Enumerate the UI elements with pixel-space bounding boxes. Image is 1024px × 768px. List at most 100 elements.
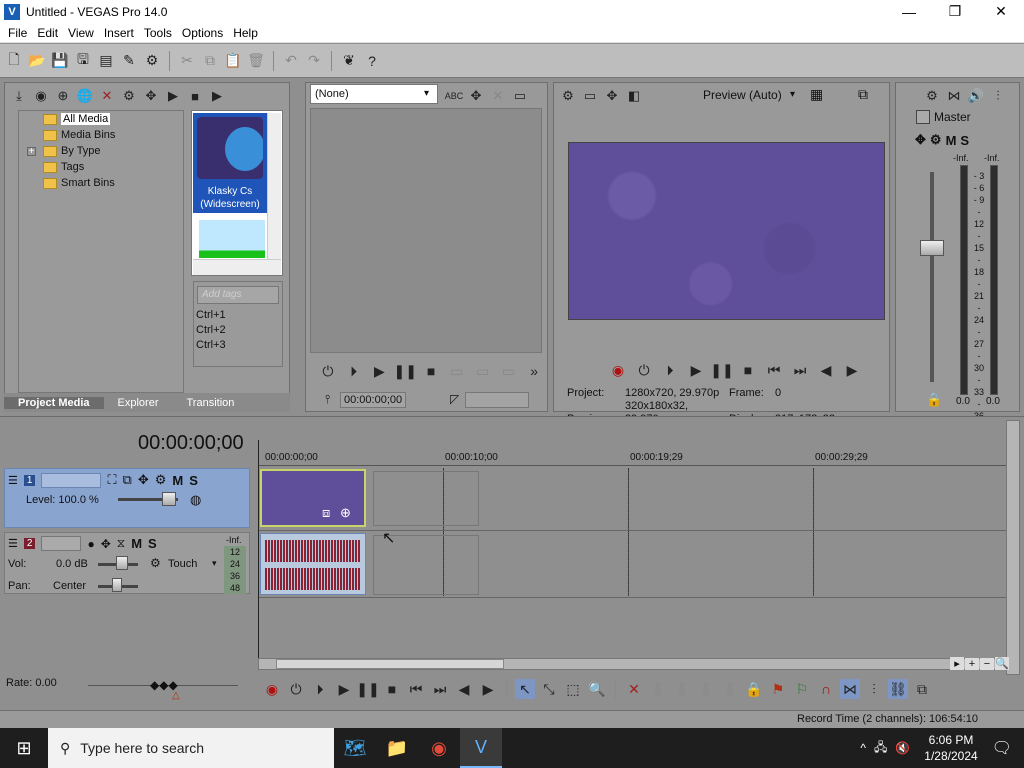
chevron-down-icon[interactable]: ▾ (790, 89, 795, 100)
play-icon[interactable]: ▶ (686, 360, 706, 380)
master-fader-knob[interactable] (920, 240, 944, 256)
tree-item-all-media[interactable]: All Media (19, 111, 183, 127)
loop-icon[interactable]: ⏻ (634, 360, 654, 380)
go-to-end-icon[interactable]: ⏭ (430, 679, 450, 699)
split-screen-icon[interactable]: ◧ (624, 86, 644, 106)
add-to-timeline-icon[interactable]: ▭ (447, 361, 467, 381)
trimmer-timecode[interactable]: 00:00:00;00 (340, 392, 406, 408)
help-icon[interactable]: ? (362, 51, 382, 71)
external-monitor-icon[interactable]: ▭ (580, 86, 600, 106)
preview-gear-icon[interactable]: ⚙ (558, 86, 578, 106)
play-from-start-icon[interactable]: ⏵ (660, 360, 680, 380)
previous-frame-icon[interactable]: ◀ (454, 679, 474, 699)
speaker-icon[interactable]: 🔊 (966, 86, 986, 106)
event-pan-crop-icon[interactable]: ⧈ (322, 505, 330, 521)
track-collapse-icon[interactable]: ☰ (8, 474, 18, 487)
track-motion-icon[interactable]: ⛶ (107, 472, 116, 488)
ripple-edit-icon[interactable]: ⫶ (864, 679, 884, 699)
pause-icon[interactable]: ❚❚ (356, 679, 379, 699)
trim-icon[interactable]: ⫼ (648, 679, 668, 699)
master-gear-icon[interactable]: ⚙ (922, 86, 942, 106)
tab-explorer[interactable]: Explorer (104, 397, 173, 409)
trimmer-window-icon[interactable]: ▭ (510, 86, 530, 106)
lock-envelopes-icon[interactable]: ⛓ (888, 679, 908, 699)
copy-snapshot-icon[interactable]: ⧉ (858, 86, 868, 103)
menu-help[interactable]: Help (228, 26, 263, 40)
redo-icon[interactable]: ↷ (304, 51, 324, 71)
normal-edit-tool-icon[interactable]: ↖ (515, 679, 535, 699)
new-project-icon[interactable]: 🗋 (4, 51, 24, 71)
menu-options[interactable]: Options (177, 26, 228, 40)
pin-icon[interactable]: ⫯ (325, 392, 330, 407)
play-from-start-icon[interactable]: ⏵ (344, 361, 364, 381)
minimize-button[interactable]: — (886, 0, 932, 23)
render-as-icon[interactable]: ▤ (96, 51, 116, 71)
add-to-timeline-3-icon[interactable]: ▭ (499, 361, 519, 381)
windows-start-icon[interactable]: ⊞ (0, 728, 48, 768)
track-name-field[interactable] (41, 472, 102, 488)
menu-view[interactable]: View (63, 26, 99, 40)
automation-icon[interactable]: ⧖ (117, 536, 125, 551)
taskbar-search-box[interactable]: ⚲ Type here to search (48, 728, 334, 768)
thumbnail-vertical-scrollbar[interactable] (267, 113, 281, 259)
remove-media-icon[interactable]: ✕ (97, 86, 117, 106)
add-tags-input[interactable]: Add tags (197, 286, 279, 304)
media-fx-icon[interactable]: ✥ (141, 86, 161, 106)
overlays-icon[interactable]: ▦ (810, 86, 823, 103)
delete-icon[interactable]: 🗑 (246, 51, 266, 71)
volume-muted-icon[interactable]: 🔇 (895, 741, 910, 755)
tab-transitions[interactable]: Transition (173, 397, 249, 409)
audio-solo-button[interactable]: S (148, 536, 157, 551)
auto-preview-icon[interactable]: ▶ (207, 86, 227, 106)
timeline-scroll-thumb[interactable] (276, 659, 504, 669)
cut-icon[interactable]: ✂ (177, 51, 197, 71)
more-icon[interactable]: » (524, 361, 544, 381)
capture-icon[interactable]: ◉ (31, 86, 51, 106)
track-name-field[interactable] (41, 536, 82, 551)
next-frame-icon[interactable]: ▶ (842, 360, 862, 380)
record-icon[interactable]: ◉ (608, 360, 628, 380)
stop-icon[interactable]: ■ (185, 86, 205, 106)
open-icon[interactable]: 📂 (27, 51, 47, 71)
track-composite-icon[interactable]: ⧉ (123, 472, 132, 488)
video-level-knob[interactable] (162, 492, 176, 506)
zoom-in-icon[interactable]: + (965, 657, 979, 670)
tab-project-media[interactable]: Project Media (4, 396, 104, 409)
pause-icon[interactable]: ❚❚ (710, 360, 733, 380)
notifications-icon[interactable]: 🗨 (992, 738, 1024, 758)
thumbnail-horizontal-scrollbar[interactable] (193, 259, 281, 275)
event-fx-icon[interactable]: ⊕ (340, 505, 351, 521)
track-collapse-icon[interactable]: ☰ (8, 537, 18, 550)
close-button[interactable]: ✕ (978, 0, 1024, 23)
master-gear-2-icon[interactable]: ⚙ (930, 132, 942, 148)
zoom-tool-icon[interactable]: 🔍 (995, 657, 1009, 670)
menu-edit[interactable]: Edit (32, 26, 63, 40)
chevron-down-icon[interactable]: ▾ (424, 88, 429, 99)
stop-icon[interactable]: ■ (738, 360, 758, 380)
master-mute-button[interactable]: M (946, 133, 957, 148)
play-icon[interactable]: ▶ (334, 679, 354, 699)
stop-icon[interactable]: ■ (382, 679, 402, 699)
maximize-button[interactable]: ❐ (932, 0, 978, 23)
chrome-icon[interactable]: ◉ (418, 728, 460, 768)
menu-tools[interactable]: Tools (139, 26, 177, 40)
undo-icon[interactable]: ↶ (281, 51, 301, 71)
network-icon[interactable]: 🖧 (874, 738, 887, 759)
region-icon[interactable]: ⚐ (792, 679, 812, 699)
auto-crossfade-icon[interactable]: ⋈ (840, 679, 860, 699)
expand-icon[interactable]: + (27, 146, 36, 156)
pause-icon[interactable]: ❚❚ (394, 361, 417, 381)
add-to-timeline-2-icon[interactable]: ▭ (473, 361, 493, 381)
menu-insert[interactable]: Insert (99, 26, 139, 40)
audio-mute-button[interactable]: M (131, 536, 142, 551)
ignore-grouping-icon[interactable]: ⧉ (912, 679, 932, 699)
file-explorer-icon[interactable]: 📁 (376, 728, 418, 768)
map-app-icon[interactable]: 🗺 (334, 728, 376, 768)
arm-record-icon[interactable]: ● (87, 537, 94, 551)
abc-icon[interactable]: ABC (444, 86, 464, 106)
trim-start-icon[interactable]: ⫼ (672, 679, 692, 699)
go-to-end-icon[interactable]: ⏭ (790, 360, 810, 380)
marker-icon[interactable]: ◸ (450, 392, 459, 406)
scroll-right-icon[interactable]: ▸ (950, 657, 964, 670)
lock-icon[interactable]: 🔒 (926, 392, 942, 408)
